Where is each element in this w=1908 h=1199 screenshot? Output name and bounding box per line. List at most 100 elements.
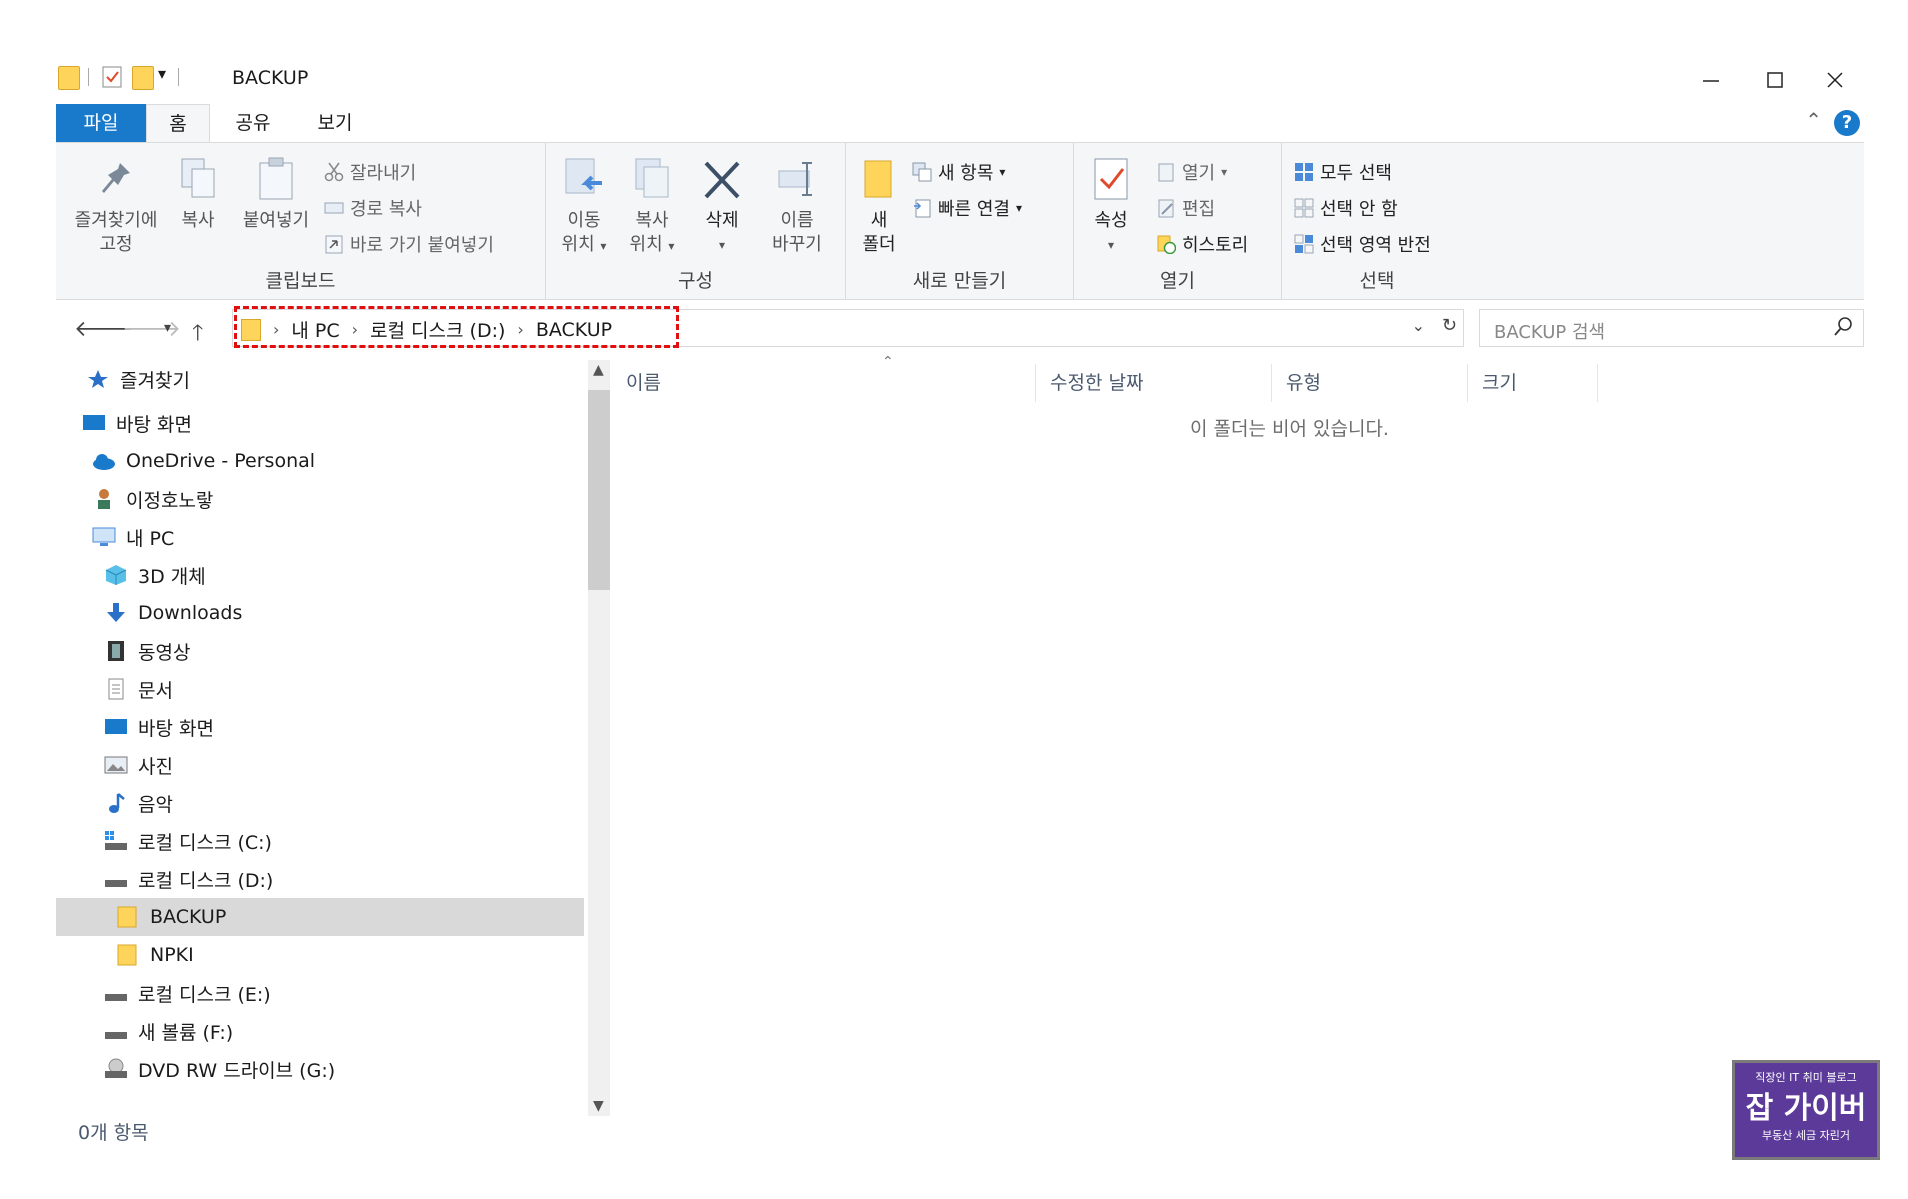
sidebar-item-videos[interactable]: 동영상 bbox=[56, 632, 584, 670]
paste-shortcut-button[interactable]: 바로 가기 붙여넣기 bbox=[324, 231, 494, 257]
drive-icon bbox=[104, 982, 128, 1004]
sidebar-item-music[interactable]: 음악 bbox=[56, 784, 584, 822]
open-button[interactable]: 열기 ▾ bbox=[1156, 159, 1227, 185]
up-arrow-icon[interactable]: 🡑 bbox=[192, 316, 203, 354]
customize-quick-access-icon[interactable]: ▾ bbox=[158, 64, 166, 83]
sidebar-item-this-pc[interactable]: 내 PC bbox=[56, 518, 584, 556]
sidebar-item-drive-c[interactable]: 로컬 디스크 (C:) bbox=[56, 822, 584, 860]
paste-button[interactable]: 붙여넣기 bbox=[234, 157, 318, 233]
refresh-icon[interactable]: ↻ bbox=[1442, 315, 1457, 336]
sidebar-item-downloads[interactable]: Downloads bbox=[56, 594, 584, 632]
paste-shortcut-label: 바로 가기 붙여넣기 bbox=[350, 235, 494, 256]
chevron-down-icon: ▾ bbox=[1015, 201, 1022, 215]
edit-button[interactable]: 편집 bbox=[1156, 195, 1215, 221]
pin-to-quick-access-button[interactable]: 즐겨찾기에 고정 bbox=[66, 157, 166, 257]
maximize-button[interactable] bbox=[1746, 62, 1804, 98]
copy-to-button[interactable]: 복사 위치 ▾ bbox=[622, 157, 682, 258]
tab-home[interactable]: 홈 bbox=[146, 104, 210, 142]
cut-button[interactable]: 잘라내기 bbox=[324, 159, 416, 185]
sidebar-item-volume-f[interactable]: 새 볼륨 (F:) bbox=[56, 1012, 584, 1050]
move-to-button[interactable]: 이동 위치 ▾ bbox=[554, 157, 614, 258]
paste-label: 붙여넣기 bbox=[242, 210, 310, 231]
sidebar-scrollbar-thumb[interactable] bbox=[588, 390, 610, 590]
new-group-label: 새로 만들기 bbox=[912, 270, 1007, 292]
sidebar-item-desktop-root[interactable]: 바탕 화면 bbox=[56, 404, 584, 442]
sidebar-item-pictures[interactable]: 사진 bbox=[56, 746, 584, 784]
select-none-button[interactable]: 선택 안 함 bbox=[1294, 195, 1398, 221]
copy-path-icon bbox=[324, 198, 344, 218]
sidebar-item-desktop[interactable]: 바탕 화면 bbox=[56, 708, 584, 746]
forward-arrow-icon[interactable]: 🡒 bbox=[122, 316, 181, 342]
cloud-icon bbox=[92, 450, 116, 472]
tab-file[interactable]: 파일 bbox=[56, 104, 146, 142]
sidebar-item-label: 동영상 bbox=[138, 641, 191, 664]
delete-label: 삭제 bbox=[705, 210, 739, 231]
sidebar-item-documents[interactable]: 문서 bbox=[56, 670, 584, 708]
film-icon bbox=[104, 640, 128, 662]
help-icon[interactable]: ? bbox=[1834, 110, 1860, 136]
divider bbox=[178, 68, 179, 86]
scroll-up-icon[interactable]: ▲ bbox=[593, 362, 604, 378]
chevron-down-icon: ▾ bbox=[1221, 165, 1228, 179]
history-icon bbox=[1156, 234, 1177, 255]
window-title: BACKUP bbox=[232, 67, 309, 89]
sidebar-item-label: 문서 bbox=[138, 679, 173, 702]
copy-path-button[interactable]: 경로 복사 bbox=[324, 195, 422, 221]
sidebar-item-npki[interactable]: NPKI bbox=[56, 936, 584, 974]
pin-label-1: 즐겨찾기에 bbox=[74, 210, 158, 231]
rename-button[interactable]: 이름 바꾸기 bbox=[760, 157, 834, 257]
column-header-modified[interactable]: 수정한 날짜 bbox=[1036, 364, 1272, 402]
collapse-ribbon-icon[interactable]: ⌃ bbox=[1805, 108, 1822, 132]
invert-selection-button[interactable]: 선택 영역 반전 bbox=[1294, 231, 1431, 257]
column-header-type[interactable]: 유형 bbox=[1272, 364, 1468, 402]
select-all-button[interactable]: 모두 선택 bbox=[1294, 159, 1392, 185]
sidebar-item-label: NPKI bbox=[150, 944, 194, 966]
easy-access-label: 빠른 연결 bbox=[938, 199, 1010, 220]
search-input[interactable]: BACKUP 검색 bbox=[1479, 309, 1864, 347]
tab-share[interactable]: 공유 bbox=[216, 104, 290, 142]
move-to-label-text: 위치 bbox=[561, 234, 595, 255]
new-folder-quick-icon[interactable] bbox=[132, 66, 154, 90]
column-header-size[interactable]: 크기 bbox=[1468, 364, 1598, 402]
sidebar-scrollbar[interactable]: ▲ ▼ bbox=[588, 360, 610, 1116]
new-folder-button[interactable]: 새 폴더 bbox=[854, 157, 904, 257]
folder-icon bbox=[116, 906, 140, 928]
close-button[interactable] bbox=[1806, 62, 1864, 98]
edit-icon bbox=[1156, 198, 1176, 218]
easy-access-button[interactable]: 빠른 연결 ▾ bbox=[912, 195, 1022, 221]
copy-to-icon bbox=[632, 157, 672, 201]
title-bar: ▾ BACKUP bbox=[56, 52, 1864, 104]
close-icon bbox=[1827, 72, 1843, 88]
sidebar-item-user[interactable]: 이정호노랗 bbox=[56, 480, 584, 518]
properties-label: 속성 bbox=[1094, 210, 1128, 231]
open-group-label: 열기 bbox=[1160, 270, 1195, 292]
select-all-label: 모두 선택 bbox=[1320, 163, 1392, 184]
recent-locations-chevron-icon[interactable]: ▾ bbox=[164, 320, 171, 336]
sidebar-item-drive-d[interactable]: 로컬 디스크 (D:) bbox=[56, 860, 584, 898]
group-organize: 이동 위치 ▾ 복사 위치 ▾ 삭제 ▾ 이름 바꾸기 구성 bbox=[546, 143, 846, 299]
sidebar-item-onedrive[interactable]: OneDrive - Personal bbox=[56, 442, 584, 480]
sidebar-item-backup[interactable]: BACKUP bbox=[56, 898, 584, 936]
sidebar-item-3d-objects[interactable]: 3D 개체 bbox=[56, 556, 584, 594]
move-to-label-1: 이동 bbox=[567, 210, 601, 231]
column-header-name[interactable]: 이름 bbox=[612, 364, 1036, 402]
desktop-icon bbox=[82, 412, 106, 434]
minimize-button[interactable] bbox=[1682, 62, 1740, 98]
watermark-line-1: 직장인 IT 취미 블로그 bbox=[1755, 1071, 1857, 1084]
scroll-down-icon[interactable]: ▼ bbox=[593, 1098, 604, 1114]
scissors-icon bbox=[324, 162, 344, 182]
new-item-button[interactable]: 새 항목 ▾ bbox=[912, 159, 1005, 185]
new-item-icon bbox=[912, 162, 932, 182]
copy-button[interactable]: 복사 bbox=[172, 157, 224, 233]
tab-view[interactable]: 보기 bbox=[296, 104, 374, 142]
address-history-chevron-icon[interactable]: ⌄ bbox=[1412, 316, 1425, 335]
sidebar-item-dvd-g[interactable]: DVD RW 드라이브 (G:) bbox=[56, 1050, 584, 1088]
properties-quick-icon[interactable] bbox=[102, 66, 122, 92]
chevron-down-icon: ▾ bbox=[600, 239, 607, 253]
history-button[interactable]: 히스토리 bbox=[1156, 231, 1248, 257]
sidebar-item-quick-access[interactable]: 즐겨찾기 bbox=[56, 360, 584, 398]
select-none-icon bbox=[1294, 198, 1314, 218]
delete-button[interactable]: 삭제 ▾ bbox=[692, 157, 752, 257]
properties-button[interactable]: 속성 ▾ bbox=[1082, 157, 1140, 257]
sidebar-item-drive-e[interactable]: 로컬 디스크 (E:) bbox=[56, 974, 584, 1012]
